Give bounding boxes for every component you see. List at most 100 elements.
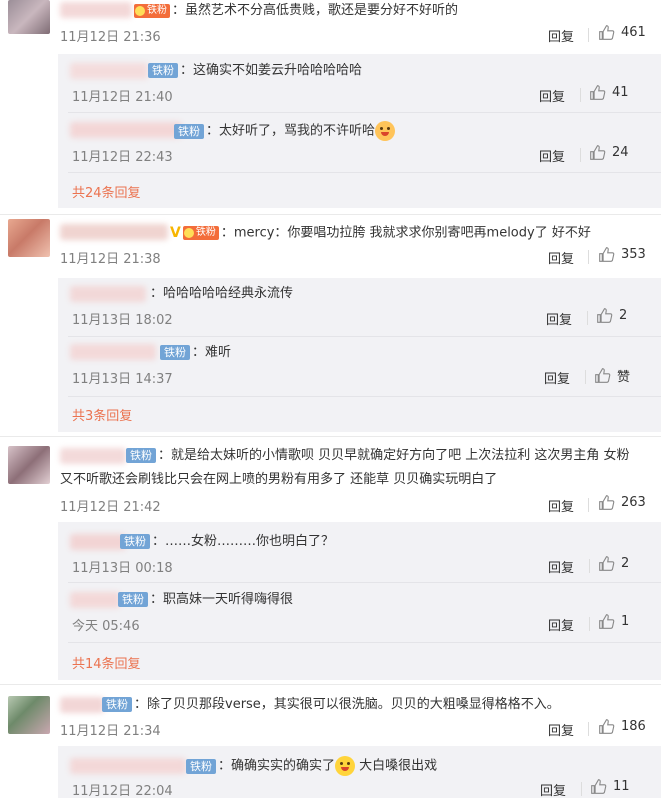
more-replies-link[interactable]: 共3条回复 bbox=[72, 405, 132, 424]
comment-separator bbox=[0, 684, 661, 685]
comment-text: 又不听歌还会刷钱比只会在网上喷的男粉有用多了 还能草 贝贝确实玩明白了 bbox=[60, 472, 498, 487]
sub-reply: 铁粉 ：难听 11月13日 14:37 回复 赞 bbox=[58, 338, 661, 398]
reply-button[interactable]: 回复 bbox=[548, 720, 574, 739]
like-button[interactable]: 赞 bbox=[594, 366, 630, 385]
timestamp: 11月13日 14:37 bbox=[72, 372, 173, 387]
divider bbox=[580, 148, 581, 162]
thumbs-up-icon bbox=[595, 368, 611, 383]
more-replies-link[interactable]: 共14条回复 bbox=[72, 653, 141, 672]
thumbs-up-icon bbox=[599, 719, 615, 734]
iron-fan-badge: 铁粉 bbox=[174, 123, 204, 139]
fan-icon bbox=[135, 5, 145, 16]
timestamp: 11月12日 21:34 bbox=[60, 724, 161, 739]
sub-reply-text: 铁粉 ：……女粉………你也明白了？ bbox=[118, 533, 334, 551]
avatar[interactable] bbox=[8, 219, 50, 257]
iron-fan-badge: 铁粉 bbox=[182, 226, 219, 240]
reply-button[interactable]: 回复 bbox=[548, 496, 574, 515]
fan-icon bbox=[183, 228, 194, 238]
avatar[interactable] bbox=[8, 446, 50, 484]
reply-button[interactable]: 回复 bbox=[539, 146, 565, 165]
divider bbox=[580, 88, 581, 102]
like-button[interactable]: 24 bbox=[589, 144, 629, 161]
divider bbox=[581, 782, 582, 796]
iron-fan-badge: 铁粉 bbox=[186, 758, 216, 774]
iron-fan-badge: 铁粉 bbox=[120, 534, 150, 549]
username-blurred[interactable] bbox=[70, 758, 186, 774]
sub-reply-text: 铁粉 ：难听 bbox=[158, 344, 231, 362]
like-button[interactable]: 461 bbox=[598, 24, 646, 41]
more-replies-link[interactable]: 共24条回复 bbox=[72, 182, 141, 201]
divider bbox=[68, 336, 661, 337]
divider bbox=[585, 370, 586, 384]
reply-button[interactable]: 回复 bbox=[548, 557, 574, 576]
sub-reply: 铁粉 ：确确实实的确实了 大白嗓很出戏 11月12日 22:04 回复 11 bbox=[58, 748, 661, 798]
thumbs-up-icon bbox=[599, 556, 615, 571]
thumbs-up-icon bbox=[597, 308, 613, 323]
username-blurred[interactable] bbox=[60, 448, 126, 464]
thumbs-up-icon bbox=[599, 25, 615, 40]
timestamp: 11月12日 21:42 bbox=[60, 500, 161, 515]
sub-reply: 铁粉 ：……女粉………你也明白了？ 11月13日 00:18 回复 2 bbox=[58, 524, 661, 584]
iron-fan-badge: 铁粉 bbox=[148, 63, 178, 78]
divider bbox=[588, 250, 589, 264]
like-button[interactable]: 2 bbox=[596, 307, 627, 324]
like-button[interactable]: 353 bbox=[598, 246, 646, 263]
reply-button[interactable]: 回复 bbox=[548, 26, 574, 45]
divider bbox=[589, 559, 590, 573]
thumbs-up-icon bbox=[590, 85, 606, 100]
username-blurred[interactable] bbox=[70, 286, 146, 302]
timestamp: 11月12日 22:04 bbox=[72, 784, 173, 798]
divider bbox=[68, 642, 661, 643]
username-blurred[interactable] bbox=[70, 63, 148, 79]
divider bbox=[68, 396, 661, 397]
reply-button[interactable]: 回复 bbox=[546, 309, 572, 328]
reply-button[interactable]: 回复 bbox=[540, 780, 566, 798]
like-button[interactable]: 263 bbox=[598, 494, 646, 511]
timestamp: 11月13日 00:18 bbox=[72, 561, 173, 576]
avatar[interactable] bbox=[8, 0, 50, 34]
sub-reply-text: 铁粉 ：太好听了，骂我的不许听哈 bbox=[172, 121, 396, 141]
thumbs-up-icon bbox=[591, 779, 607, 794]
timestamp: 11月12日 21:36 bbox=[60, 30, 161, 45]
like-button[interactable]: 1 bbox=[598, 613, 629, 630]
divider bbox=[588, 28, 589, 42]
divider bbox=[588, 722, 589, 736]
like-button[interactable]: 11 bbox=[590, 778, 630, 795]
thumbs-up-icon bbox=[599, 495, 615, 510]
thumbs-up-icon bbox=[599, 614, 615, 629]
avatar[interactable] bbox=[8, 696, 50, 734]
sub-reply-text: 铁粉 ：职高妹一天听得嗨得很 bbox=[116, 591, 293, 609]
iron-fan-badge: 铁粉 bbox=[126, 448, 156, 463]
like-button[interactable]: 186 bbox=[598, 718, 646, 735]
timestamp: 11月12日 21:40 bbox=[72, 90, 173, 105]
username-blurred[interactable] bbox=[60, 697, 104, 713]
username-blurred[interactable] bbox=[70, 344, 156, 360]
username-blurred[interactable] bbox=[70, 592, 120, 608]
iron-fan-badge: 铁粉 bbox=[160, 345, 190, 360]
comment-text: V 铁粉 ：mercy：你要唱功拉胯 我就求求你别寄吧再melody了 好不好 bbox=[170, 225, 591, 241]
divider bbox=[68, 112, 661, 113]
timestamp: 11月12日 21:38 bbox=[60, 252, 161, 267]
sub-reply-text: 铁粉 ：这确实不如姜云升哈哈哈哈哈 bbox=[146, 62, 362, 80]
comment-text: 铁粉 ：就是给太妹听的小情歌呗 贝贝早就确定好方向了吧 上次法拉利 这次男主角 女… bbox=[124, 447, 630, 465]
reply-button[interactable]: 回复 bbox=[548, 248, 574, 267]
username-blurred[interactable] bbox=[60, 2, 132, 18]
divider bbox=[588, 498, 589, 512]
reply-button[interactable]: 回复 bbox=[539, 86, 565, 105]
reply-button[interactable]: 回复 bbox=[544, 368, 570, 387]
comment-text: 铁粉 ：虽然艺术不分高低贵贱，歌还是要分好不好听的 bbox=[134, 2, 458, 20]
reply-button[interactable]: 回复 bbox=[548, 615, 574, 634]
like-button[interactable]: 41 bbox=[589, 84, 629, 101]
laughing-face-icon bbox=[335, 756, 356, 776]
iron-fan-badge: 铁粉 bbox=[102, 697, 132, 712]
divider bbox=[589, 617, 590, 631]
sub-reply: ：哈哈哈哈哈经典永流传 11月13日 18:02 回复 2 bbox=[58, 278, 661, 338]
username-blurred[interactable] bbox=[70, 122, 182, 138]
timestamp: 今天 05:46 bbox=[72, 619, 140, 634]
divider bbox=[68, 582, 661, 583]
sub-reply: 铁粉 ：职高妹一天听得嗨得很 今天 05:46 回复 1 bbox=[58, 584, 661, 644]
timestamp: 11月12日 22:43 bbox=[72, 150, 173, 165]
like-button[interactable]: 2 bbox=[598, 555, 629, 572]
sub-reply: 铁粉 ：这确实不如姜云升哈哈哈哈哈 11月12日 21:40 回复 41 bbox=[58, 54, 661, 114]
username-blurred[interactable] bbox=[60, 224, 168, 240]
